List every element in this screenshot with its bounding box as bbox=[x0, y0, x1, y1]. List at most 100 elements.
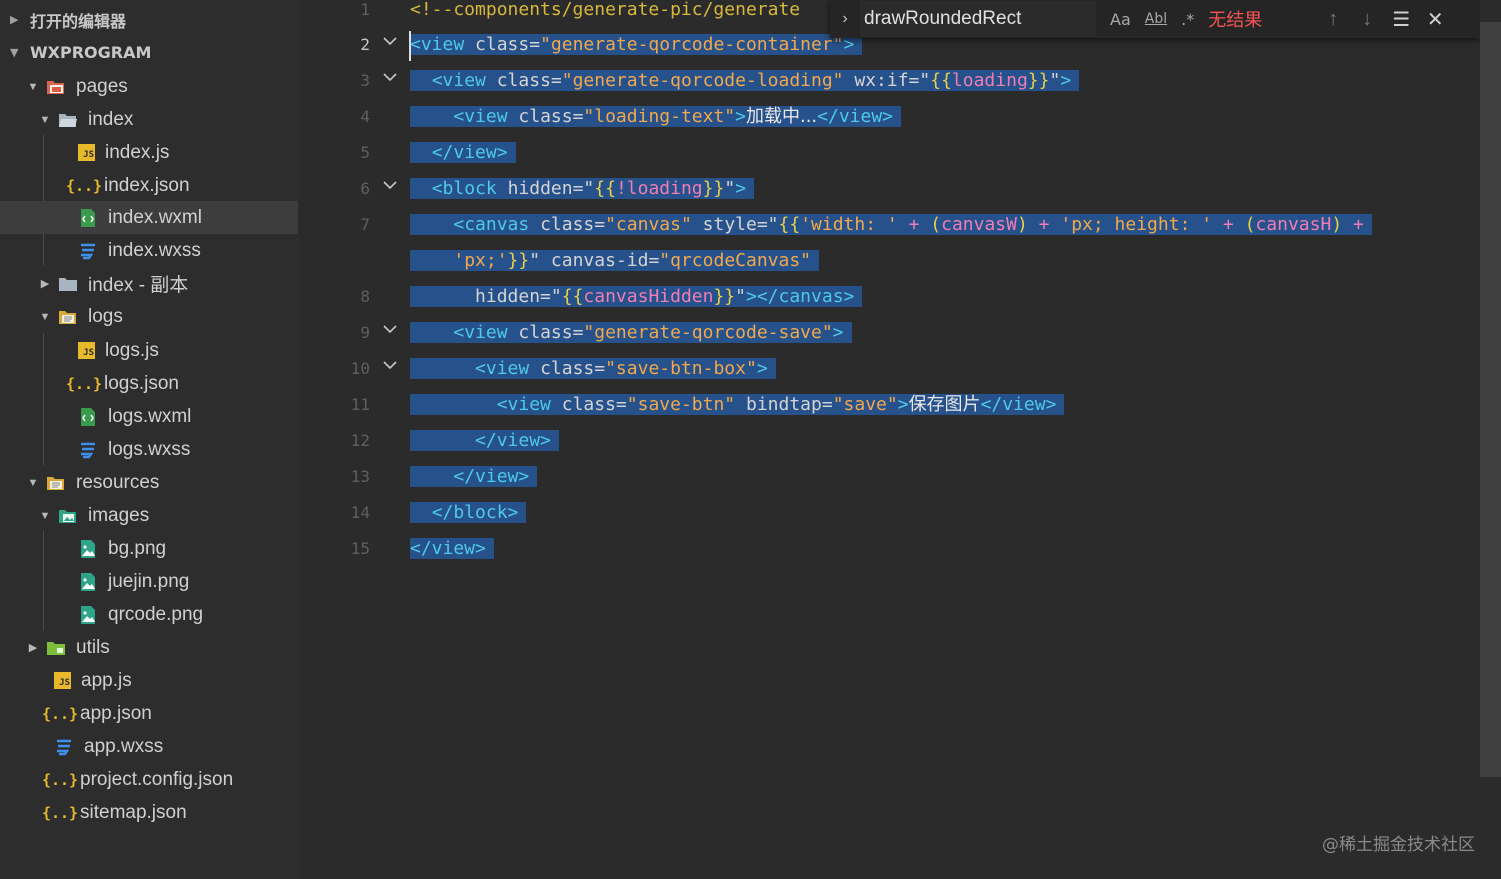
tree-item-label: bg.png bbox=[108, 537, 167, 559]
tree-item-index-wxss[interactable]: index.wxss bbox=[0, 234, 298, 267]
attr-token: bindtap= bbox=[745, 394, 833, 415]
text-token: 加载中... bbox=[745, 106, 818, 127]
previous-match-arrow-up-icon[interactable]: ↑ bbox=[1316, 8, 1350, 31]
find-widget: › Aa Abl .* 无结果 ↑ ↓ ☰ ✕ bbox=[830, 0, 1480, 38]
code-line-11: <view class="save-btn" bindtap="save">保存… bbox=[410, 387, 1065, 423]
text-token: 保存图片 bbox=[908, 394, 981, 415]
tree-item-qrcode-png[interactable]: qrcode.png bbox=[0, 598, 298, 631]
string-token: "generate-qorcode-container" bbox=[540, 34, 844, 55]
attr-token: class= bbox=[518, 322, 584, 343]
tree-item-utils[interactable]: ▶ utils bbox=[0, 631, 298, 664]
open-editors-label: 打开的编辑器 bbox=[30, 11, 127, 31]
attr-token: class= bbox=[496, 70, 562, 91]
tree-item-logs-wxss[interactable]: logs.wxss bbox=[0, 433, 298, 466]
fold-chevron-icon[interactable] bbox=[382, 177, 398, 193]
quote-token: " bbox=[767, 214, 779, 235]
line-number: 1 bbox=[360, 0, 370, 19]
tree-item-index[interactable]: ▼ index bbox=[0, 103, 298, 136]
tree-item-label: project.config.json bbox=[80, 768, 234, 790]
find-input[interactable] bbox=[860, 1, 1096, 37]
tree-item-project-config-json[interactable]: {..} project.config.json bbox=[0, 763, 298, 796]
close-icon[interactable]: ✕ bbox=[1418, 7, 1452, 32]
toggle-replace-chevron-icon[interactable]: › bbox=[830, 10, 860, 28]
tag-token: <view bbox=[475, 358, 530, 379]
tree-item-index-js[interactable]: JS index.js bbox=[0, 136, 298, 169]
attr-token: style= bbox=[702, 214, 768, 235]
wxml-file-icon bbox=[78, 407, 98, 427]
open-editors-section[interactable]: ▶ 打开的编辑器 bbox=[0, 3, 298, 36]
image-file-icon bbox=[78, 605, 98, 625]
tree-item-resources[interactable]: ▼ resources bbox=[0, 466, 298, 499]
tree-item-app-json[interactable]: {..} app.json bbox=[0, 697, 298, 730]
next-match-arrow-down-icon[interactable]: ↓ bbox=[1350, 8, 1384, 31]
css-file-icon bbox=[78, 440, 98, 460]
tree-item-logs-wxml[interactable]: logs.wxml bbox=[0, 400, 298, 433]
tree-item-bg-png[interactable]: bg.png bbox=[0, 532, 298, 565]
tree-item-logs-json[interactable]: {..} logs.json bbox=[0, 367, 298, 400]
tree-item-juejin-png[interactable]: juejin.png bbox=[0, 565, 298, 598]
tree-item-index-copy[interactable]: ▶ index - 副本 bbox=[0, 267, 298, 300]
chevron-right-icon: ▶ bbox=[40, 278, 50, 290]
tree-item-index-wxml[interactable]: index.wxml bbox=[0, 201, 298, 234]
fold-chevron-icon[interactable] bbox=[382, 321, 398, 337]
code-line-10: <view class="save-btn-box"> bbox=[410, 351, 776, 387]
tree-item-label: juejin.png bbox=[108, 570, 190, 592]
chevron-down-icon: ▼ bbox=[39, 113, 51, 126]
code-line-8: hidden="{{canvasHidden}}"></canvas> bbox=[410, 279, 863, 315]
json-file-icon: {..} bbox=[65, 176, 103, 195]
attr-token: wx:if= bbox=[854, 70, 920, 91]
attr-token: class= bbox=[561, 394, 627, 415]
folder-open-icon bbox=[58, 110, 78, 130]
json-file-icon: {..} bbox=[65, 374, 103, 393]
tree-item-sitemap-json[interactable]: {..} sitemap.json bbox=[0, 796, 298, 829]
paren-token: ) bbox=[1016, 214, 1028, 235]
code-line-15: </view> bbox=[410, 531, 494, 567]
find-in-selection-icon[interactable]: ☰ bbox=[1384, 7, 1418, 32]
whole-word-toggle[interactable]: Abl bbox=[1145, 11, 1167, 27]
string-token: "save-btn" bbox=[626, 394, 736, 415]
line-number: 3 bbox=[360, 71, 370, 90]
line-number: 4 bbox=[360, 107, 370, 126]
string-token: 'px; height: ' bbox=[1060, 214, 1213, 235]
tree-item-images[interactable]: ▼ images bbox=[0, 499, 298, 532]
brace-token: }} bbox=[1027, 70, 1050, 91]
tree-item-index-json[interactable]: {..} index.json bbox=[0, 169, 298, 202]
tree-item-label: app.json bbox=[80, 702, 152, 724]
tag-token: <view bbox=[410, 34, 465, 55]
tag-token: <canvas bbox=[453, 214, 530, 235]
folder-open-yellow-icon bbox=[46, 473, 66, 493]
tag-token: </view> bbox=[980, 394, 1057, 415]
tree-item-app-wxss[interactable]: app.wxss bbox=[0, 730, 298, 763]
scrollbar-thumb[interactable] bbox=[1480, 22, 1501, 777]
regex-toggle[interactable]: .* bbox=[1181, 10, 1194, 29]
wxml-file-icon bbox=[78, 208, 98, 228]
match-case-toggle[interactable]: Aa bbox=[1110, 10, 1131, 29]
json-file-icon: {..} bbox=[41, 770, 79, 789]
watermark: @稀土掘金技术社区 bbox=[1322, 835, 1475, 855]
code-line-4: <view class="loading-text">加载中...</view> bbox=[410, 99, 902, 135]
attr-token: class= bbox=[518, 106, 584, 127]
tree-item-label: app.js bbox=[81, 669, 132, 691]
tag-token: > bbox=[756, 358, 768, 379]
vertical-scrollbar[interactable] bbox=[1480, 0, 1501, 879]
string-token: "generate-qorcode-save" bbox=[583, 322, 833, 343]
line-number: 12 bbox=[350, 431, 370, 450]
tree-item-logs[interactable]: ▼ logs bbox=[0, 300, 298, 333]
tag-token: > bbox=[1060, 70, 1072, 91]
fold-chevron-icon[interactable] bbox=[382, 357, 398, 373]
tag-token: > bbox=[832, 322, 844, 343]
workspace-section[interactable]: ▼ WXPROGRAM bbox=[0, 36, 298, 69]
tag-token: </view> bbox=[410, 538, 486, 559]
tree-item-pages[interactable]: ▼ pages bbox=[0, 70, 298, 103]
fold-chevron-icon[interactable] bbox=[382, 33, 398, 49]
code-line-2: <view class="generate-qorcode-container"… bbox=[410, 27, 863, 63]
tag-token: </view> bbox=[817, 106, 894, 127]
quote-token: " bbox=[735, 286, 746, 307]
tag-token: </view> bbox=[453, 466, 530, 487]
fold-chevron-icon[interactable] bbox=[382, 69, 398, 85]
operator-token: + bbox=[1038, 214, 1050, 235]
folder-closed-green-icon bbox=[46, 638, 66, 658]
tree-item-logs-js[interactable]: JS logs.js bbox=[0, 334, 298, 367]
tree-item-app-js[interactable]: JS app.js bbox=[0, 664, 298, 697]
quote-token: " bbox=[529, 250, 541, 271]
